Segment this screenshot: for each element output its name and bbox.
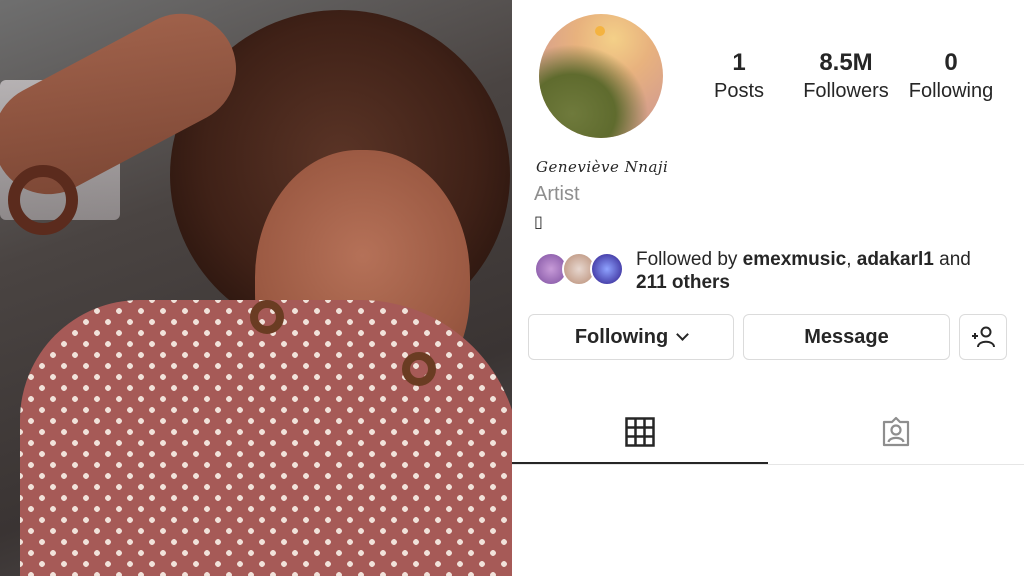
stat-posts-value: 1 [732,49,746,76]
chevron-down-icon [676,328,690,341]
tabs-divider [512,464,1024,465]
stat-followers-value: 8.5M [819,49,873,76]
followed-conj: and [933,249,971,270]
following-button-label: Following [574,325,669,348]
message-button-label: Message [804,325,889,348]
tagged-icon [882,416,910,447]
stat-following-label: Following [908,80,994,102]
followed-prefix: Followed by [636,249,743,270]
stat-following-value: 0 [944,49,958,76]
profile-photo [0,0,512,576]
followed-user-1[interactable]: emexmusic [743,249,847,270]
profile-tabs [512,400,1024,466]
profile-panel: 1 Posts 8.5M Followers 0 Following Genev… [512,0,1024,576]
stat-followers-label: Followers [803,80,889,102]
grid-icon [625,417,655,447]
add-user-button[interactable] [959,314,1007,360]
photo-earring-right [402,352,436,386]
bio-icon: ▯ [534,214,543,231]
stat-posts-label: Posts [713,80,765,102]
photo-bangle [8,165,78,235]
avatar-palm [539,44,649,138]
followed-user-2[interactable]: adakarl1 [857,249,934,270]
avatar-sun [595,26,605,36]
tab-tagged[interactable] [768,400,1024,464]
photo-shirt [20,300,512,576]
stat-following[interactable]: 0 Following [896,48,1006,104]
tab-grid[interactable] [512,400,768,464]
followed-sep: , [846,249,857,270]
following-button[interactable]: Following [528,314,734,360]
photo-earring-left [250,300,284,334]
tab-grid-active-indicator [512,462,768,464]
follower-avatar-3 [590,252,624,286]
avatar[interactable] [539,14,663,138]
stat-followers[interactable]: 8.5M Followers [791,48,901,104]
stat-posts[interactable]: 1 Posts [684,48,794,104]
followed-by-text[interactable]: Followed by emexmusic, adakarl1 and 211 … [636,248,1016,294]
message-button[interactable]: Message [743,314,950,360]
add-user-icon [972,326,995,348]
category-label: Artist [534,183,580,205]
display-name: Geneviève Nnaji [536,158,669,176]
followed-others[interactable]: 211 others [636,272,730,293]
